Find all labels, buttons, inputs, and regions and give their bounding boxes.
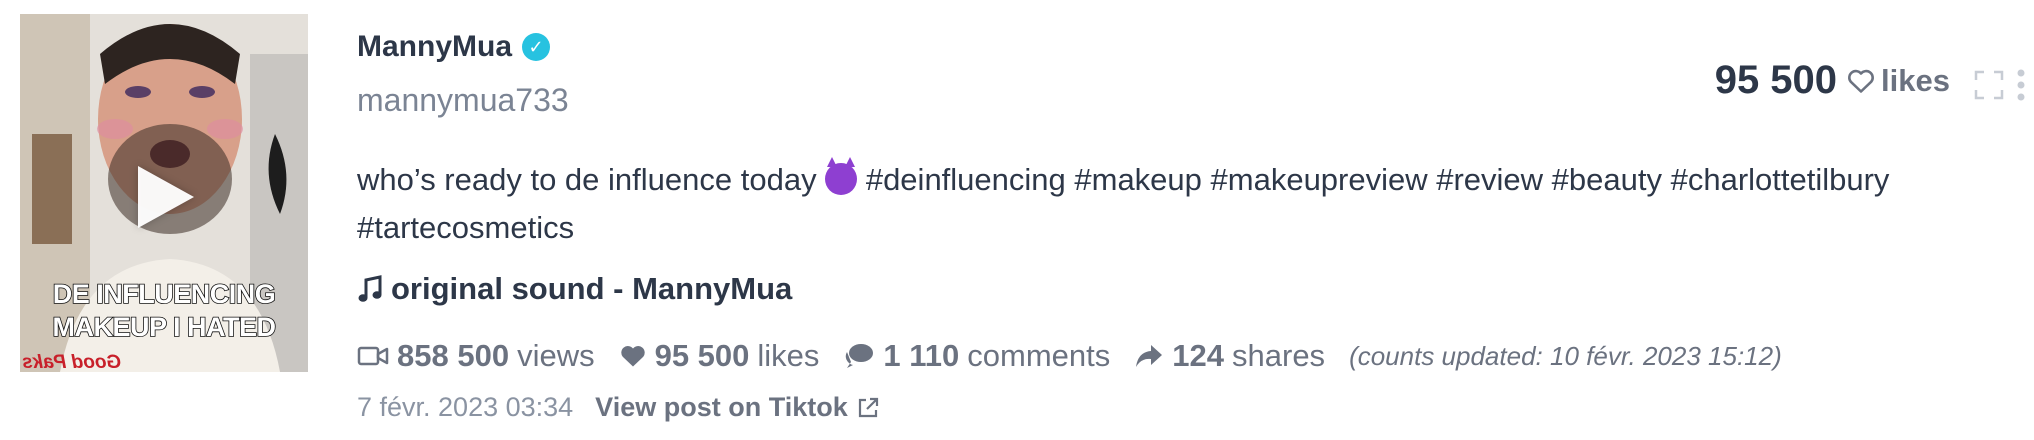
overlay-line-2: MAKEUP I HATED xyxy=(52,311,277,343)
views-count: 858 500 xyxy=(397,338,510,373)
counts-updated-note: (counts updated: 10 févr. 2023 15:12) xyxy=(1349,341,1782,372)
video-camera-icon xyxy=(357,346,389,366)
counts-updated-date: 10 févr. 2023 15:12 xyxy=(1550,340,1774,371)
heart-outline-icon xyxy=(1848,69,1875,93)
view-on-tiktok-link[interactable]: View post on Tiktok xyxy=(595,392,880,423)
overlay-line-1: DE INFLUENCING xyxy=(52,278,277,310)
view-on-tiktok-label: View post on Tiktok xyxy=(595,392,848,422)
shirt-brand-text: Good Paks xyxy=(22,352,122,372)
likes-count: 95 500 xyxy=(654,338,750,373)
likes-stat: 95 500 likes xyxy=(619,338,820,374)
video-overlay-text: DE INFLUENCING MAKEUP I HATED xyxy=(20,278,308,344)
likes-label: likes xyxy=(757,338,820,373)
top-likes-label: likes xyxy=(1881,62,1950,98)
post-date: 7 févr. 2023 03:34 xyxy=(357,392,574,422)
comments-stat: 1 110 comments xyxy=(843,338,1110,374)
sound-label: original sound - MannyMua xyxy=(391,271,793,306)
sound-info[interactable]: original sound - MannyMua xyxy=(357,271,792,307)
video-thumbnail[interactable]: DE INFLUENCING MAKEUP I HATED Good Paks xyxy=(20,14,308,372)
music-note-icon xyxy=(358,275,382,302)
views-stat: 858 500 views xyxy=(357,338,595,374)
author-name[interactable]: MannyMua xyxy=(357,30,512,64)
author-name-row: MannyMua ✓ xyxy=(357,30,551,64)
views-label: views xyxy=(517,338,595,373)
post-caption: who’s ready to de influence today #deinf… xyxy=(357,156,1977,252)
top-likes-count: 95 500 xyxy=(1714,58,1838,102)
more-options-icon[interactable] xyxy=(2016,68,2026,102)
comments-label: comments xyxy=(967,338,1111,373)
fullscreen-icon[interactable] xyxy=(1974,70,2004,100)
share-arrow-icon xyxy=(1136,345,1163,367)
comments-count: 1 110 xyxy=(883,338,960,373)
author-handle[interactable]: mannymua733 xyxy=(357,82,569,119)
smiling-devil-emoji-icon xyxy=(825,157,858,195)
verified-badge-icon: ✓ xyxy=(522,33,551,61)
external-link-icon xyxy=(858,397,878,417)
top-likes-label-group: likes xyxy=(1847,63,1950,99)
comment-bubble-icon xyxy=(846,344,874,368)
counts-updated-suffix: ) xyxy=(1773,340,1782,371)
heart-icon xyxy=(620,346,645,367)
shares-stat: 124 shares xyxy=(1134,338,1325,374)
post-footer: 7 févr. 2023 03:34 View post on Tiktok xyxy=(357,392,880,423)
top-likes-counter: 95 500 likes xyxy=(1715,58,1950,103)
counts-updated-prefix: (counts updated: xyxy=(1349,340,1543,371)
shares-label: shares xyxy=(1232,338,1326,373)
shares-count: 124 xyxy=(1172,338,1225,373)
caption-text: who’s ready to de influence today xyxy=(357,162,817,197)
play-icon[interactable] xyxy=(138,166,194,228)
engagement-stats: 858 500 views 95 500 likes 1 110 comment… xyxy=(357,338,1782,374)
